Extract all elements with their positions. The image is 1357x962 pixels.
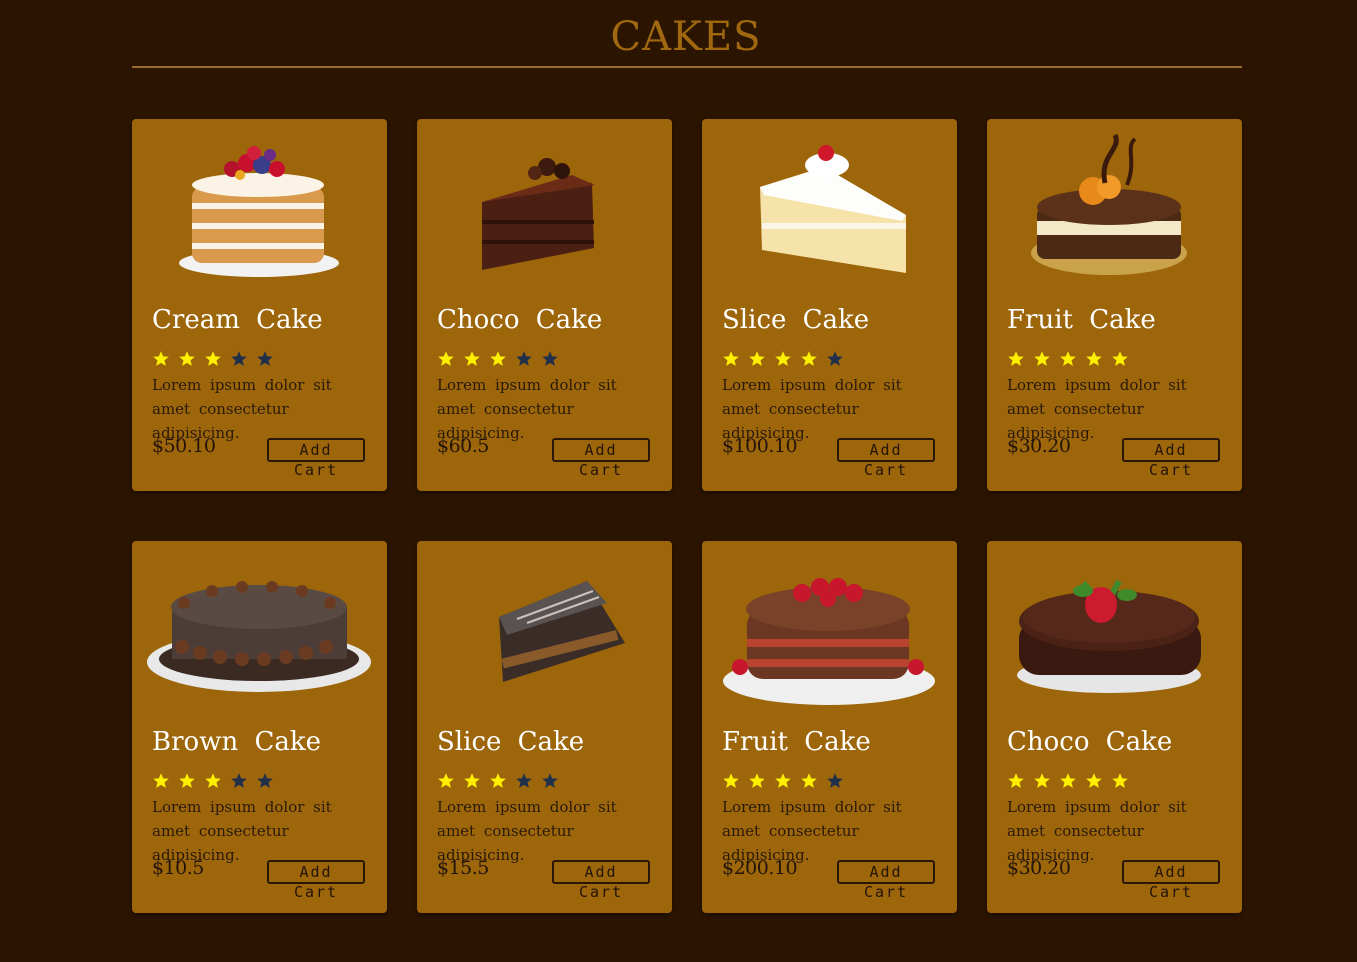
star-filled-icon: [205, 773, 221, 788]
star-filled-icon: [1008, 351, 1024, 366]
star-filled-icon: [1112, 773, 1128, 788]
product-card: Slice Cake Lorem ipsum dolor sit amet co…: [702, 119, 957, 491]
product-price: $15.5: [437, 857, 489, 879]
product-card: Brown Cake Lorem ipsum dolor sit amet co…: [132, 541, 387, 913]
rating-stars: [152, 350, 274, 368]
cake-image: [179, 146, 339, 277]
star-empty-icon: [827, 773, 843, 788]
star-filled-icon: [1060, 351, 1076, 366]
star-filled-icon: [749, 351, 765, 366]
product-price: $30.20: [1007, 857, 1071, 879]
rating-stars: [1007, 350, 1129, 368]
star-filled-icon: [1034, 773, 1050, 788]
star-empty-icon: [542, 351, 558, 366]
star-empty-icon: [231, 773, 247, 788]
product-card: Fruit Cake Lorem ipsum dolor sit amet co…: [702, 541, 957, 913]
add-cart-button[interactable]: Add Cart: [837, 438, 935, 479]
page-title: CAKES: [610, 14, 762, 60]
add-cart-button[interactable]: Add Cart: [837, 860, 935, 901]
star-filled-icon: [438, 773, 454, 788]
cake-image: [147, 581, 371, 692]
star-filled-icon: [775, 773, 791, 788]
product-card: Choco Cake Lorem ipsum dolor sit amet co…: [417, 119, 672, 491]
rating-stars: [722, 772, 844, 790]
star-filled-icon: [801, 351, 817, 366]
star-filled-icon: [205, 351, 221, 366]
star-filled-icon: [775, 351, 791, 366]
product-name: Choco Cake: [437, 305, 603, 335]
product-card: Fruit Cake Lorem ipsum dolor sit amet co…: [987, 119, 1242, 491]
rating-stars: [437, 772, 559, 790]
star-empty-icon: [257, 773, 273, 788]
star-filled-icon: [723, 351, 739, 366]
rating-stars: [1007, 772, 1129, 790]
cake-image: [723, 578, 935, 705]
product-price: $60.5: [437, 435, 489, 457]
rating-stars: [152, 772, 274, 790]
product-price: $200.10: [722, 857, 798, 879]
star-empty-icon: [231, 351, 247, 366]
rating-stars: [437, 350, 559, 368]
star-filled-icon: [1034, 351, 1050, 366]
star-empty-icon: [516, 351, 532, 366]
star-filled-icon: [179, 773, 195, 788]
cake-image: [499, 581, 625, 682]
star-filled-icon: [1008, 773, 1024, 788]
star-filled-icon: [1112, 351, 1128, 366]
star-empty-icon: [516, 773, 532, 788]
product-grid: Cream Cake Lorem ipsum dolor sit amet co…: [132, 119, 1242, 913]
product-price: $10.5: [152, 857, 204, 879]
star-filled-icon: [438, 351, 454, 366]
cake-image: [482, 158, 595, 270]
add-cart-button[interactable]: Add Cart: [267, 438, 365, 479]
add-cart-button[interactable]: Add Cart: [1122, 860, 1220, 901]
product-name: Slice Cake: [437, 727, 585, 757]
add-cart-button[interactable]: Add Cart: [552, 860, 650, 901]
cake-image: [1017, 579, 1201, 693]
star-filled-icon: [153, 773, 169, 788]
star-filled-icon: [464, 773, 480, 788]
cake-image: [1031, 133, 1187, 275]
product-name: Brown Cake: [152, 727, 321, 757]
product-name: Choco Cake: [1007, 727, 1173, 757]
product-name: Fruit Cake: [1007, 305, 1156, 335]
add-cart-button[interactable]: Add Cart: [1122, 438, 1220, 479]
product-card: Cream Cake Lorem ipsum dolor sit amet co…: [132, 119, 387, 491]
cake-image: [760, 145, 906, 273]
product-price: $30.20: [1007, 435, 1071, 457]
product-name: Slice Cake: [722, 305, 870, 335]
star-empty-icon: [827, 351, 843, 366]
star-filled-icon: [490, 773, 506, 788]
title-divider: [132, 66, 1242, 68]
star-filled-icon: [179, 351, 195, 366]
star-filled-icon: [1086, 351, 1102, 366]
product-card: Slice Cake Lorem ipsum dolor sit amet co…: [417, 541, 672, 913]
star-filled-icon: [801, 773, 817, 788]
star-empty-icon: [257, 351, 273, 366]
star-filled-icon: [723, 773, 739, 788]
add-cart-button[interactable]: Add Cart: [552, 438, 650, 479]
star-filled-icon: [1060, 773, 1076, 788]
star-filled-icon: [749, 773, 765, 788]
product-card: Choco Cake Lorem ipsum dolor sit amet co…: [987, 541, 1242, 913]
product-name: Cream Cake: [152, 305, 323, 335]
star-empty-icon: [542, 773, 558, 788]
star-filled-icon: [1086, 773, 1102, 788]
star-filled-icon: [464, 351, 480, 366]
product-name: Fruit Cake: [722, 727, 871, 757]
rating-stars: [722, 350, 844, 368]
star-filled-icon: [153, 351, 169, 366]
product-price: $100.10: [722, 435, 798, 457]
star-filled-icon: [490, 351, 506, 366]
add-cart-button[interactable]: Add Cart: [267, 860, 365, 901]
product-price: $50.10: [152, 435, 216, 457]
